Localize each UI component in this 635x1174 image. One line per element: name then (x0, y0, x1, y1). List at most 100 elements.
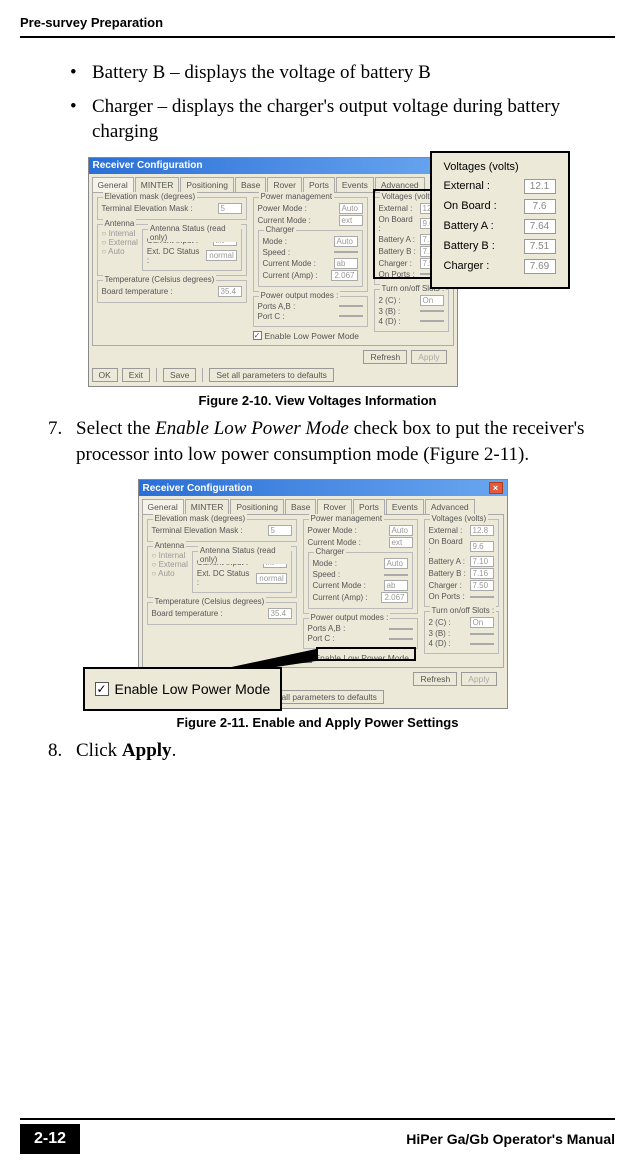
radio-auto[interactable]: ○ Auto (102, 247, 138, 256)
radio-internal[interactable]: ○ Internal (102, 229, 138, 238)
defaults-button[interactable]: Set all parameters to defaults (209, 368, 334, 382)
tab-events[interactable]: Events (336, 177, 374, 192)
manual-title: HiPer Ga/Gb Operator's Manual (406, 1131, 615, 1147)
group-label: Elevation mask (degrees) (103, 192, 198, 201)
power-mgmt-group: Power management Power Mode :Auto Curren… (303, 519, 418, 614)
charger-mode-select[interactable]: Auto (334, 236, 358, 247)
zoom-value: 7.64 (524, 219, 556, 234)
tab-rover[interactable]: Rover (317, 499, 352, 514)
bullet-list: • Battery B – displays the voltage of ba… (20, 60, 615, 145)
current-mode-label: Current Mode : (258, 216, 311, 225)
elevation-input[interactable]: 5 (218, 203, 242, 214)
tab-ports[interactable]: Ports (303, 177, 335, 192)
volt-value: 12.8 (470, 525, 494, 536)
exit-button[interactable]: Exit (122, 368, 150, 382)
power-mode-select[interactable]: Auto (389, 525, 413, 536)
ok-button[interactable]: OK (92, 368, 118, 382)
ports-ab-select[interactable] (339, 305, 363, 307)
tab-rover[interactable]: Rover (267, 177, 302, 192)
volt-label: Battery A : (379, 235, 415, 244)
current-mode-value: ext (339, 215, 363, 226)
volt-label: Charger : (429, 581, 462, 590)
volt-label: On Ports : (379, 270, 415, 279)
bullet-text: Battery B – displays the voltage of batt… (92, 60, 605, 86)
volt-label: External : (429, 526, 463, 535)
antenna-group: Antenna ○ Internal ○ External ○ Auto Ant… (97, 224, 247, 276)
save-button[interactable]: Save (163, 368, 196, 382)
ports-ab-select[interactable] (389, 628, 413, 630)
tab-advanced[interactable]: Advanced (425, 499, 475, 514)
tab-general[interactable]: General (92, 177, 134, 192)
apply-button[interactable]: Apply (411, 350, 446, 364)
figure-2-10: Receiver Configuration × General MINTER … (20, 157, 615, 408)
ports-ab-label: Ports A,B : (308, 624, 346, 633)
slot-label: 3 (B) : (379, 307, 401, 316)
volt-value: 7.10 (470, 556, 494, 567)
slot-select[interactable] (470, 643, 494, 645)
port-c-select[interactable] (339, 315, 363, 317)
close-icon[interactable]: × (489, 482, 503, 494)
enable-lpm-checkbox[interactable]: ✓ Enable Low Power Mode (253, 331, 368, 341)
tab-minter[interactable]: MINTER (185, 499, 230, 514)
enable-lpm-label: Enable Low Power Mode (265, 331, 360, 341)
slot-select[interactable] (420, 320, 444, 322)
slot-select[interactable] (420, 310, 444, 312)
enable-lpm-zoom-panel: ✓ Enable Low Power Mode (83, 667, 283, 711)
slot-select[interactable] (470, 633, 494, 635)
radio-external[interactable]: ○ External (102, 238, 138, 247)
slots-group: Turn on/off Slots : 2 (C) :On 3 (B) : 4 … (424, 611, 499, 654)
refresh-button[interactable]: Refresh (363, 350, 407, 364)
radio-auto[interactable]: ○ Auto (152, 569, 188, 578)
port-c-select[interactable] (389, 638, 413, 640)
zoom-label: Charger : (444, 260, 490, 272)
volt-label: Battery A : (429, 557, 465, 566)
tab-general[interactable]: General (142, 499, 184, 514)
elevation-label: Terminal Elevation Mask : (102, 204, 193, 213)
tab-minter[interactable]: MINTER (135, 177, 180, 192)
volt-label: Battery B : (429, 569, 466, 578)
apply-button[interactable]: Apply (461, 672, 496, 686)
zoom-title: Voltages (volts) (444, 161, 560, 173)
board-temp-value: 35.4 (268, 608, 292, 619)
elevation-input[interactable]: 5 (268, 525, 292, 536)
charger-speed-label: Speed : (263, 248, 291, 257)
tab-strip: General MINTER Positioning Base Rover Po… (142, 499, 504, 514)
receiver-config-dialog: Receiver Configuration × General MINTER … (88, 157, 458, 387)
power-output-group: Power output modes : Ports A,B : Port C … (303, 618, 418, 649)
tab-base[interactable]: Base (235, 177, 266, 192)
radio-external[interactable]: ○ External (152, 560, 188, 569)
slot-select[interactable]: On (470, 617, 494, 628)
step-number: 7. (48, 416, 76, 467)
checkbox-icon: ✓ (303, 654, 312, 663)
refresh-button[interactable]: Refresh (413, 672, 457, 686)
ext-dc-value: normal (256, 573, 286, 584)
group-label: Power management (259, 192, 335, 201)
group-label: Temperature (Celsius degrees) (153, 597, 267, 606)
tab-positioning[interactable]: Positioning (230, 499, 284, 514)
tab-base[interactable]: Base (285, 499, 316, 514)
voltages-zoom-panel: Voltages (volts) External :12.1 On Board… (430, 151, 570, 289)
tab-ports[interactable]: Ports (353, 499, 385, 514)
page-footer: 2-12 HiPer Ga/Gb Operator's Manual (20, 1118, 615, 1154)
radio-internal[interactable]: ○ Internal (152, 551, 188, 560)
tab-positioning[interactable]: Positioning (180, 177, 234, 192)
dialog-title: Receiver Configuration (93, 160, 203, 171)
step-text: Click Apply. (76, 738, 605, 764)
volt-label: External : (379, 204, 413, 213)
zoom-value: 7.6 (524, 199, 556, 214)
tab-events[interactable]: Events (386, 499, 424, 514)
slot-select[interactable]: On (420, 295, 444, 306)
slot-label: 2 (C) : (429, 618, 451, 627)
temperature-group: Temperature (Celsius degrees) Board temp… (147, 602, 297, 625)
tab-advanced[interactable]: Advanced (375, 177, 425, 192)
antenna-group: Antenna ○ Internal ○ External ○ Auto Ant… (147, 546, 297, 598)
enable-lpm-checkbox[interactable]: ✓ Enable Low Power Mode (303, 653, 418, 663)
power-mode-label: Power Mode : (308, 526, 357, 535)
charger-mode-select[interactable]: Auto (384, 558, 408, 569)
power-mode-select[interactable]: Auto (339, 203, 363, 214)
elevation-label: Terminal Elevation Mask : (152, 526, 243, 535)
group-label: Antenna Status (read only) (198, 546, 291, 564)
zoom-label: Battery A : (444, 220, 494, 232)
volt-value: 7.16 (470, 568, 494, 579)
current-mode2-value: ab (384, 580, 408, 591)
